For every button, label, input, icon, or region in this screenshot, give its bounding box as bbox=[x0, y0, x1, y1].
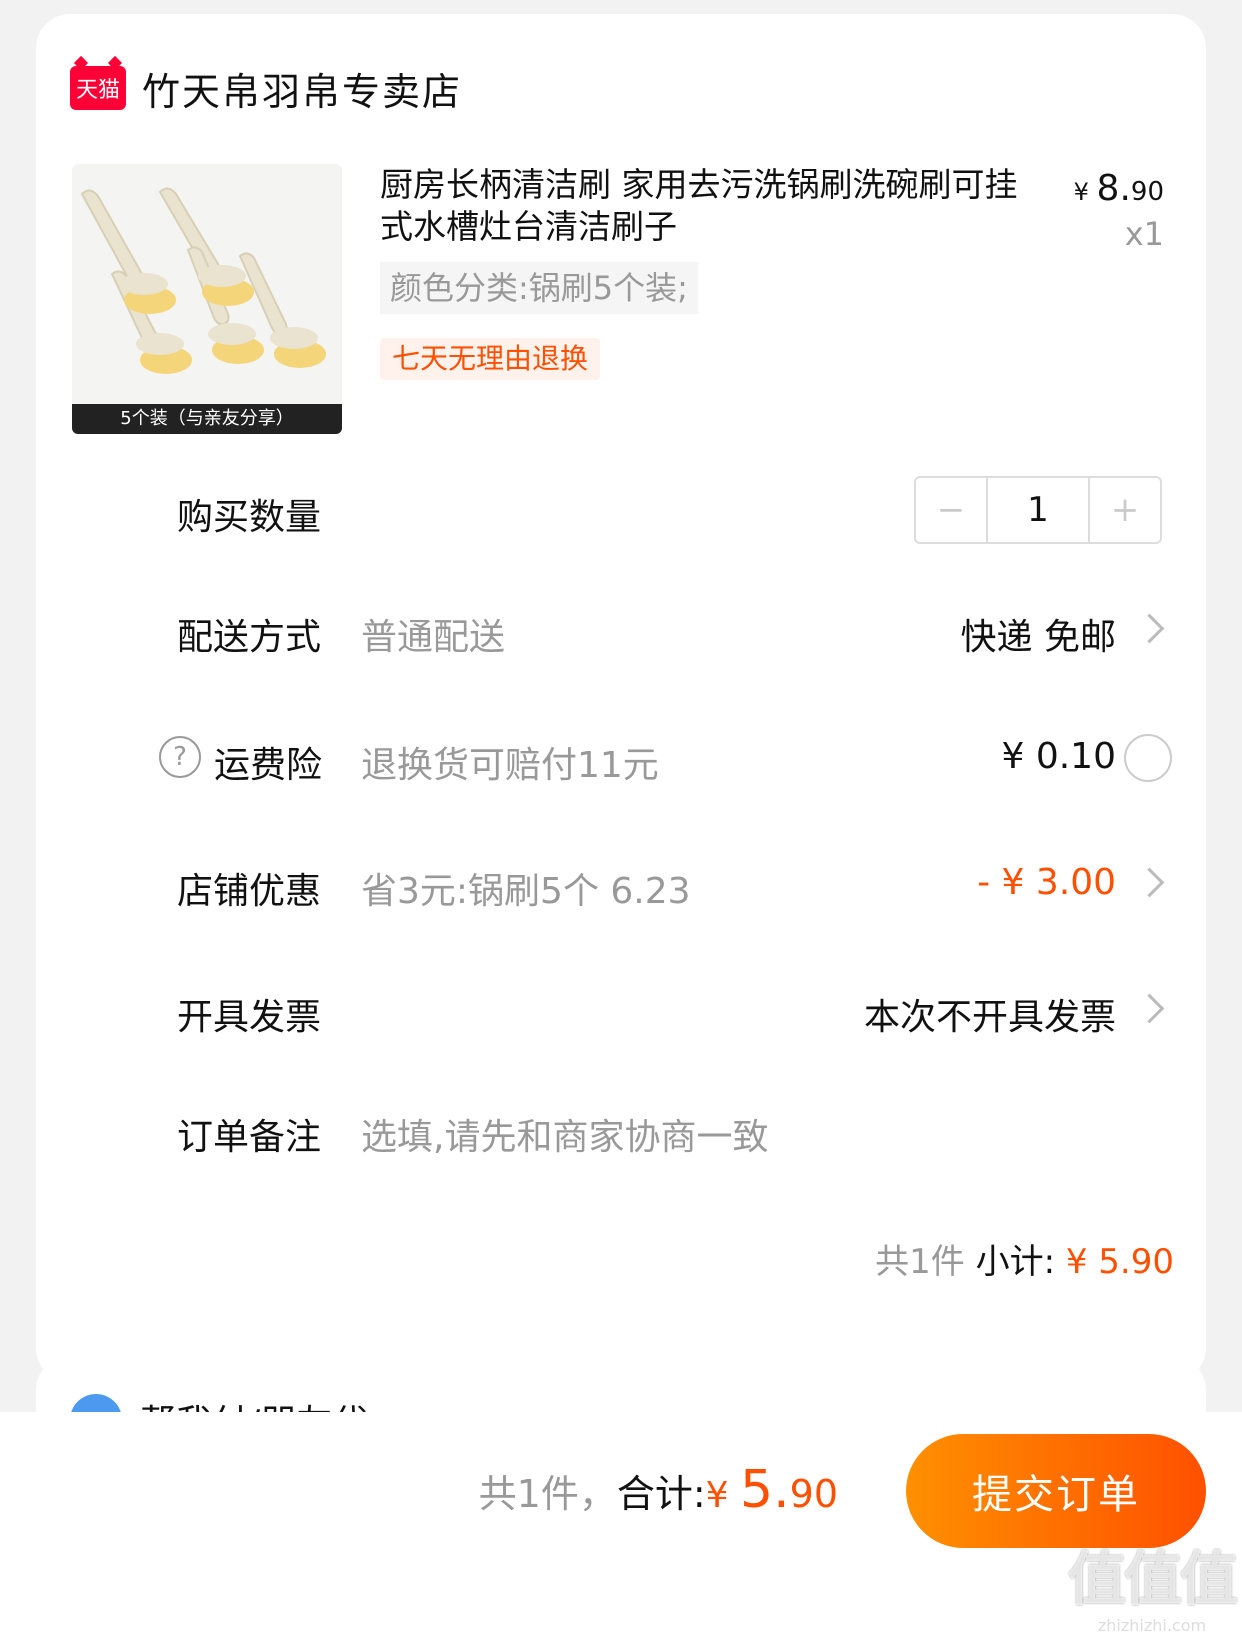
decrement-button[interactable]: − bbox=[916, 478, 986, 542]
help-icon[interactable]: ? bbox=[159, 736, 201, 778]
chevron-right-icon bbox=[1134, 993, 1165, 1024]
subtotal-count: 共1件 bbox=[875, 1242, 976, 1282]
quantity-input[interactable]: 1 bbox=[986, 478, 1090, 542]
chevron-right-icon bbox=[1134, 613, 1165, 644]
delivery-row[interactable]: 配送方式 普通配送 快递 免邮 bbox=[36, 596, 1206, 666]
discount-value: 省3元:锅刷5个 6.23 bbox=[361, 871, 691, 912]
product-image[interactable]: 5个装（与亲友分享） bbox=[72, 164, 342, 434]
subtotal-label: 小计: bbox=[975, 1242, 1066, 1282]
discount-row[interactable]: 店铺优惠 省3元:锅刷5个 6.23 - ¥ 3.00 bbox=[36, 850, 1206, 920]
insurance-radio[interactable] bbox=[1124, 734, 1172, 782]
refund-tag: 七天无理由退换 bbox=[380, 338, 601, 380]
sku-tag[interactable]: 颜色分类:锅刷5个装; bbox=[380, 262, 698, 314]
total-label: 合计: bbox=[616, 1472, 706, 1516]
order-total: 共1件，合计:¥ 5.90 bbox=[478, 1460, 838, 1520]
note-row: 订单备注 选填,请先和商家协商一致 bbox=[36, 1096, 1206, 1166]
increment-button[interactable]: + bbox=[1090, 478, 1160, 542]
subtotal: 共1件 小计: ¥ 5.90 bbox=[875, 1234, 1174, 1283]
insurance-value: 退换货可赔付11元 bbox=[361, 745, 659, 786]
store-header[interactable]: 天猫 竹天帛羽帛专卖店 bbox=[70, 58, 462, 118]
unit-price: ¥ 8.90 bbox=[1073, 168, 1164, 209]
submit-order-button[interactable]: 提交订单 bbox=[906, 1434, 1206, 1548]
invoice-value: 本次不开具发票 bbox=[863, 997, 1116, 1038]
discount-amount: - ¥ 3.00 bbox=[977, 862, 1116, 903]
quantity-stepper: − 1 + bbox=[914, 476, 1162, 544]
tmall-logo: 天猫 bbox=[70, 66, 126, 110]
invoice-row[interactable]: 开具发票 本次不开具发票 bbox=[36, 976, 1206, 1046]
note-input[interactable]: 选填,请先和商家协商一致 bbox=[361, 1108, 768, 1160]
delivery-method: 快递 免邮 bbox=[960, 617, 1116, 658]
quantity-label: 购买数量 bbox=[177, 497, 322, 538]
price-column: ¥ 8.90 x1 bbox=[1074, 168, 1164, 253]
invoice-label: 开具发票 bbox=[177, 997, 322, 1038]
chevron-right-icon bbox=[1134, 867, 1165, 898]
delivery-value: 普通配送 bbox=[361, 617, 506, 658]
discount-label: 店铺优惠 bbox=[177, 871, 322, 912]
delivery-label: 配送方式 bbox=[177, 617, 322, 658]
product-title[interactable]: 厨房长柄清洁刷 家用去污洗锅刷洗碗刷可挂式水槽灶台清洁刷子 bbox=[380, 164, 1030, 248]
note-label: 订单备注 bbox=[177, 1117, 322, 1158]
brush-illustration bbox=[80, 187, 326, 374]
insurance-row: ? 运费险 退换货可赔付11元 ¥ 0.10 bbox=[36, 724, 1206, 794]
image-caption: 5个装（与亲友分享） bbox=[72, 404, 342, 434]
watermark: 值值值 zhizhizhi.com bbox=[1067, 1545, 1238, 1635]
insurance-price: ¥ 0.10 bbox=[1001, 736, 1116, 777]
subtotal-amount: ¥ 5.90 bbox=[1065, 1242, 1174, 1282]
total-count: 共1件， bbox=[478, 1472, 617, 1516]
insurance-label: 运费险 bbox=[214, 745, 323, 786]
order-card: 天猫 竹天帛羽帛专卖店 5个装（与亲友分享） 厨房长柄清洁刷 家用去污洗锅刷洗碗… bbox=[36, 14, 1206, 1382]
item-quantity: x1 bbox=[1124, 215, 1164, 253]
store-name[interactable]: 竹天帛羽帛专卖店 bbox=[142, 61, 462, 116]
